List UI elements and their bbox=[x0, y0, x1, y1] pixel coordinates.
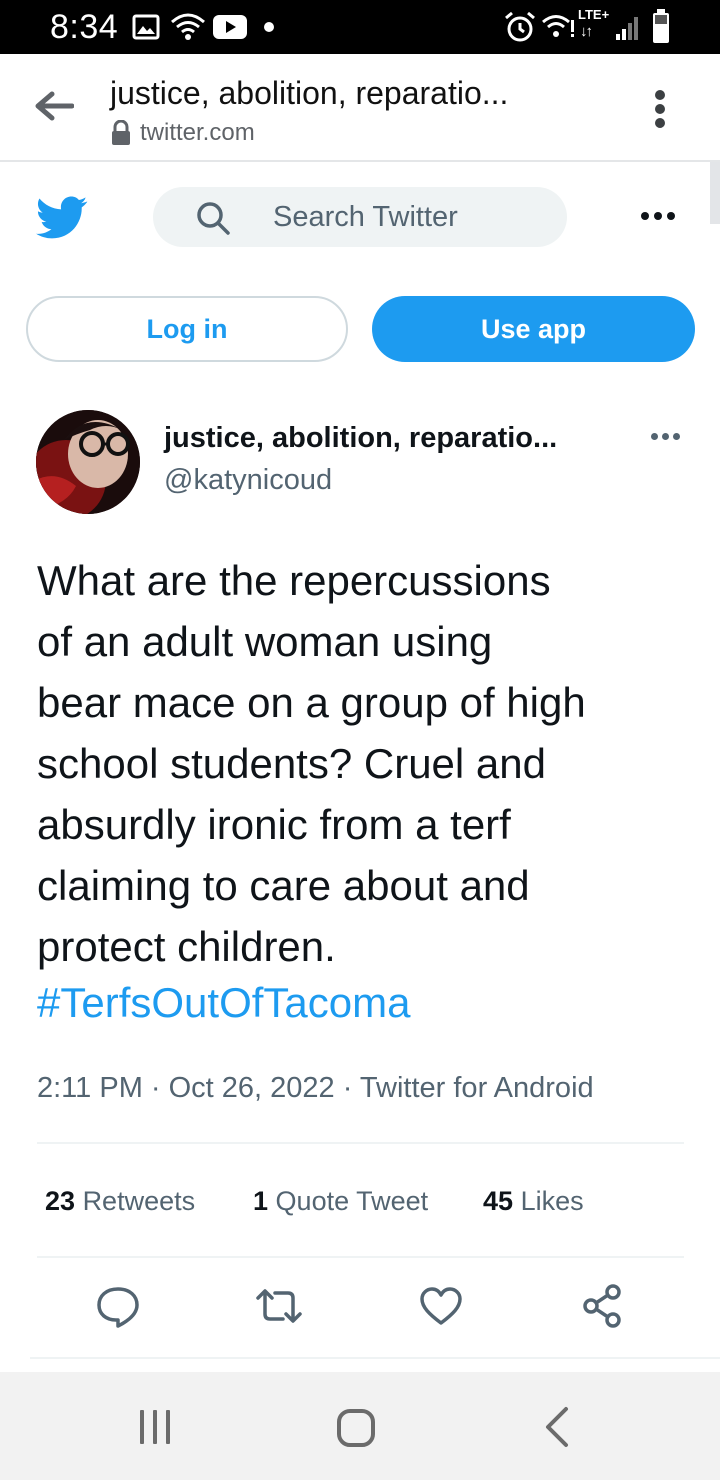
use-app-button[interactable]: Use app bbox=[372, 296, 695, 362]
tweet-timestamp[interactable]: 2:11 PM · Oct 26, 2022 · Twitter for And… bbox=[37, 1070, 594, 1106]
home-button[interactable] bbox=[337, 1409, 375, 1447]
quotes-stat[interactable]: 1 Quote Tweet bbox=[253, 1184, 428, 1218]
divider bbox=[30, 1357, 720, 1359]
tweet-more-button[interactable] bbox=[651, 433, 685, 443]
status-time: 8:34 bbox=[50, 8, 119, 46]
wifi-icon bbox=[171, 13, 205, 40]
dot-icon bbox=[655, 90, 665, 100]
dot-icon bbox=[667, 212, 675, 220]
likes-label: Likes bbox=[520, 1186, 584, 1216]
back-button[interactable] bbox=[542, 1406, 570, 1448]
battery-icon bbox=[653, 9, 669, 43]
url-text[interactable]: twitter.com bbox=[140, 118, 255, 148]
system-navigation-bar bbox=[0, 1372, 720, 1480]
likes-count: 45 bbox=[483, 1186, 514, 1216]
status-bar: 8:34 LTE+ ↓↑ bbox=[0, 0, 720, 54]
divider bbox=[37, 1256, 684, 1258]
search-placeholder: Search Twitter bbox=[273, 201, 458, 233]
image-icon bbox=[132, 14, 160, 40]
dot-icon bbox=[651, 433, 658, 440]
hashtag-link[interactable]: #TerfsOutOfTacoma bbox=[37, 977, 410, 1029]
alarm-icon bbox=[505, 11, 535, 42]
more-options-button[interactable] bbox=[641, 212, 675, 222]
dot-icon bbox=[655, 104, 665, 114]
login-button[interactable]: Log in bbox=[26, 296, 348, 362]
dot-icon bbox=[641, 212, 649, 220]
scrollbar-thumb[interactable] bbox=[710, 162, 720, 224]
network-type: LTE+ bbox=[578, 7, 610, 22]
retweets-label: Retweets bbox=[82, 1186, 196, 1216]
dot-icon bbox=[654, 212, 662, 220]
quotes-label: Quote Tweet bbox=[275, 1186, 429, 1216]
browser-menu-button[interactable] bbox=[646, 88, 676, 130]
search-icon bbox=[197, 202, 230, 235]
youtube-icon bbox=[213, 15, 247, 39]
reply-icon[interactable] bbox=[96, 1286, 140, 1328]
bar bbox=[140, 1410, 144, 1444]
tweet-text: What are the repercussions of an adult w… bbox=[37, 557, 586, 970]
search-input[interactable]: Search Twitter bbox=[153, 187, 567, 247]
recents-button[interactable] bbox=[138, 1410, 172, 1444]
bar bbox=[166, 1410, 170, 1444]
dot-icon bbox=[264, 22, 274, 32]
browser-toolbar: justice, abolition, reparatio... twitter… bbox=[0, 54, 720, 162]
dot-icon bbox=[673, 433, 680, 440]
retweets-stat[interactable]: 23 Retweets bbox=[45, 1184, 195, 1218]
lock-icon[interactable] bbox=[110, 120, 132, 146]
author-name[interactable]: justice, abolition, reparatio... bbox=[164, 420, 557, 456]
quotes-count: 1 bbox=[253, 1186, 269, 1216]
page-title: justice, abolition, reparatio... bbox=[110, 75, 509, 111]
bar bbox=[153, 1410, 157, 1444]
twitter-bird-icon[interactable] bbox=[36, 196, 88, 240]
dot-icon bbox=[655, 118, 665, 128]
divider bbox=[37, 1142, 684, 1144]
back-arrow-icon[interactable] bbox=[34, 90, 74, 122]
avatar-image bbox=[36, 410, 140, 514]
author-handle[interactable]: @katynicoud bbox=[164, 462, 332, 498]
wifi-calling-icon bbox=[542, 15, 574, 37]
share-icon[interactable] bbox=[580, 1283, 624, 1329]
avatar[interactable] bbox=[36, 410, 140, 514]
dot-icon bbox=[662, 433, 669, 440]
retweets-count: 23 bbox=[45, 1186, 76, 1216]
retweet-icon[interactable] bbox=[254, 1286, 304, 1326]
network-activity: ↓↑ bbox=[580, 23, 593, 40]
signal-icon bbox=[616, 17, 638, 40]
likes-stat[interactable]: 45 Likes bbox=[483, 1184, 584, 1218]
like-icon[interactable] bbox=[419, 1286, 463, 1326]
